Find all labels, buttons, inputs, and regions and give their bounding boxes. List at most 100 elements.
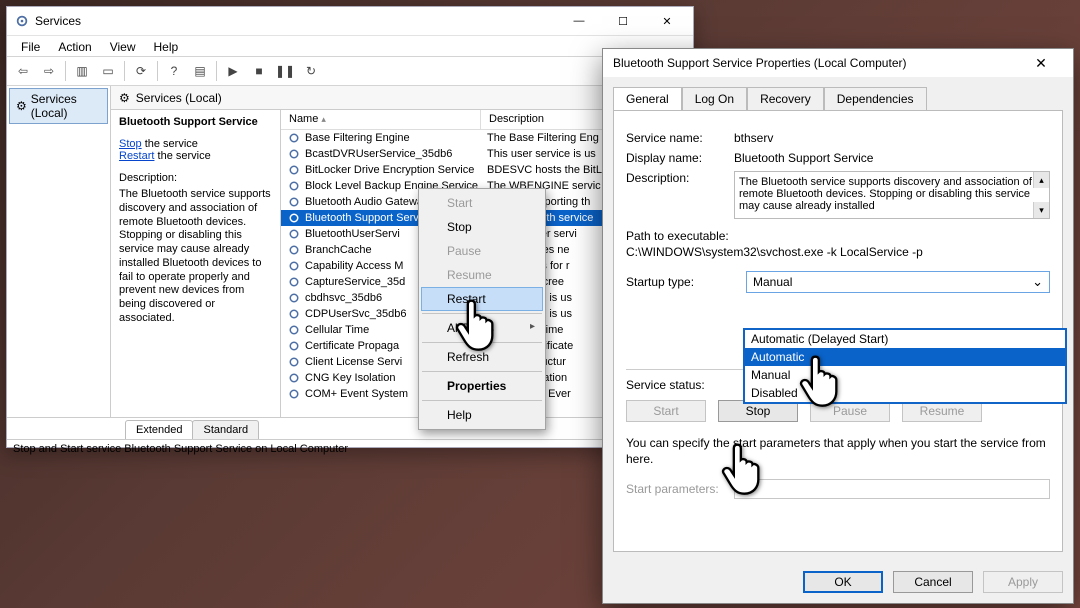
properties-button[interactable]: ▤ bbox=[188, 59, 212, 83]
menu-file[interactable]: File bbox=[13, 38, 48, 54]
gear-icon bbox=[287, 243, 301, 257]
bottom-tabs: Extended Standard bbox=[7, 417, 693, 439]
gear-icon bbox=[287, 275, 301, 289]
help-button[interactable]: ? bbox=[162, 59, 186, 83]
ctx-all-tasks[interactable]: All Tasks bbox=[421, 316, 543, 340]
gear-icon: ⚙ bbox=[119, 91, 130, 105]
tab-dependencies[interactable]: Dependencies bbox=[824, 87, 927, 110]
ctx-resume: Resume bbox=[421, 263, 543, 287]
dialog-body: Service name: bthserv Display name: Blue… bbox=[613, 110, 1063, 552]
description-label: Description: bbox=[119, 172, 272, 184]
dialog-close-button[interactable]: ✕ bbox=[1019, 49, 1063, 77]
toolbar: ⇦ ⇨ ▥ ▭ ⟳ ? ▤ ▶ ■ ❚❚ ↻ bbox=[7, 56, 693, 86]
gear-icon: ⚙ bbox=[16, 99, 27, 113]
stop-icon[interactable]: ■ bbox=[247, 59, 271, 83]
refresh-button[interactable]: ⟳ bbox=[129, 59, 153, 83]
gear-icon bbox=[287, 259, 301, 273]
context-menu: Start Stop Pause Resume Restart All Task… bbox=[418, 188, 546, 430]
control-buttons-row: Start Stop Pause Resume bbox=[626, 400, 1050, 422]
tab-general[interactable]: General bbox=[613, 87, 682, 110]
cancel-button[interactable]: Cancel bbox=[893, 571, 973, 593]
col-name[interactable]: Name ▴ bbox=[281, 110, 481, 129]
dropdown-option[interactable]: Disabled bbox=[745, 384, 1065, 402]
value-display-name: Bluetooth Support Service bbox=[734, 151, 1050, 165]
stop-button[interactable]: Stop bbox=[718, 400, 798, 422]
gear-icon bbox=[287, 307, 301, 321]
label-service-name: Service name: bbox=[626, 131, 734, 145]
gear-icon bbox=[287, 227, 301, 241]
dropdown-option[interactable]: Manual bbox=[745, 366, 1065, 384]
label-display-name: Display name: bbox=[626, 151, 734, 165]
gear-icon bbox=[287, 323, 301, 337]
service-name: BcastDVRUserService_35db6 bbox=[305, 148, 487, 160]
label-path: Path to executable: bbox=[626, 229, 729, 243]
dialog-titlebar: Bluetooth Support Service Properties (Lo… bbox=[603, 49, 1073, 77]
gear-icon bbox=[15, 14, 29, 28]
tab-extended[interactable]: Extended bbox=[125, 420, 193, 439]
ok-button[interactable]: OK bbox=[803, 571, 883, 593]
status-bar: Stop and Start service Bluetooth Support… bbox=[7, 439, 693, 459]
start-params-input[interactable] bbox=[734, 479, 1050, 499]
maximize-button[interactable]: ☐ bbox=[601, 7, 645, 36]
tree-panel: ⚙ Services (Local) bbox=[7, 86, 111, 417]
tab-logon[interactable]: Log On bbox=[682, 87, 747, 110]
scroll-down-icon[interactable]: ▾ bbox=[1033, 202, 1049, 218]
ctx-separator bbox=[422, 313, 542, 314]
value-service-name: bthserv bbox=[734, 131, 1050, 145]
ctx-properties[interactable]: Properties bbox=[421, 374, 543, 398]
label-start-params: Start parameters: bbox=[626, 482, 734, 496]
show-hide-button[interactable]: ▥ bbox=[70, 59, 94, 83]
restart-icon[interactable]: ↻ bbox=[299, 59, 323, 83]
menu-help[interactable]: Help bbox=[146, 38, 187, 54]
restart-link-after: the service bbox=[154, 150, 210, 162]
gear-icon bbox=[287, 339, 301, 353]
menu-view[interactable]: View bbox=[102, 38, 144, 54]
toolbar-separator bbox=[157, 61, 158, 81]
body-layout: ⚙ Services (Local) ⚙ Services (Local) Bl… bbox=[7, 86, 693, 417]
dialog-tabs: General Log On Recovery Dependencies bbox=[603, 77, 1073, 110]
gear-icon bbox=[287, 195, 301, 209]
description-box: The Bluetooth service supports discovery… bbox=[734, 171, 1050, 219]
sub-header-label: Services (Local) bbox=[136, 91, 222, 105]
description-value: The Bluetooth service supports discovery… bbox=[739, 176, 1032, 212]
ctx-restart[interactable]: Restart bbox=[421, 287, 543, 311]
services-window: Services — ☐ ✕ File Action View Help ⇦ ⇨… bbox=[6, 6, 694, 448]
tab-standard[interactable]: Standard bbox=[192, 420, 259, 439]
pause-button: Pause bbox=[810, 400, 890, 422]
ctx-refresh[interactable]: Refresh bbox=[421, 345, 543, 369]
startup-type-dropdown: Automatic (Delayed Start)AutomaticManual… bbox=[744, 329, 1066, 403]
minimize-button[interactable]: — bbox=[557, 7, 601, 36]
back-button[interactable]: ⇦ bbox=[11, 59, 35, 83]
value-path: C:\WINDOWS\system32\svchost.exe -k Local… bbox=[626, 245, 923, 259]
gear-icon bbox=[287, 291, 301, 305]
close-button[interactable]: ✕ bbox=[645, 7, 689, 36]
service-details-panel: Bluetooth Support Service Stop the servi… bbox=[111, 110, 281, 417]
resume-button: Resume bbox=[902, 400, 982, 422]
ctx-start: Start bbox=[421, 191, 543, 215]
properties-dialog: Bluetooth Support Service Properties (Lo… bbox=[602, 48, 1074, 604]
toolbar-separator bbox=[216, 61, 217, 81]
apply-button: Apply bbox=[983, 571, 1063, 593]
startup-type-select[interactable]: Manual bbox=[746, 271, 1050, 293]
restart-link[interactable]: Restart bbox=[119, 150, 154, 162]
menubar: File Action View Help bbox=[7, 36, 693, 56]
toolbar-separator bbox=[65, 61, 66, 81]
label-service-status: Service status: bbox=[626, 378, 746, 392]
gear-icon bbox=[287, 163, 301, 177]
forward-button[interactable]: ⇨ bbox=[37, 59, 61, 83]
menu-action[interactable]: Action bbox=[50, 38, 99, 54]
scroll-up-icon[interactable]: ▴ bbox=[1033, 172, 1049, 188]
ctx-help[interactable]: Help bbox=[421, 403, 543, 427]
export-button[interactable]: ▭ bbox=[96, 59, 120, 83]
dropdown-option[interactable]: Automatic (Delayed Start) bbox=[745, 330, 1065, 348]
pause-icon[interactable]: ❚❚ bbox=[273, 59, 297, 83]
dropdown-option[interactable]: Automatic bbox=[745, 348, 1065, 366]
ctx-stop[interactable]: Stop bbox=[421, 215, 543, 239]
label-startup-type: Startup type: bbox=[626, 275, 746, 289]
tab-recovery[interactable]: Recovery bbox=[747, 87, 824, 110]
hint-text: You can specify the start parameters tha… bbox=[626, 436, 1050, 467]
play-icon[interactable]: ▶ bbox=[221, 59, 245, 83]
dialog-title: Bluetooth Support Service Properties (Lo… bbox=[613, 56, 1019, 70]
tree-item-services-local[interactable]: ⚙ Services (Local) bbox=[9, 88, 108, 124]
stop-link[interactable]: Stop bbox=[119, 138, 142, 150]
